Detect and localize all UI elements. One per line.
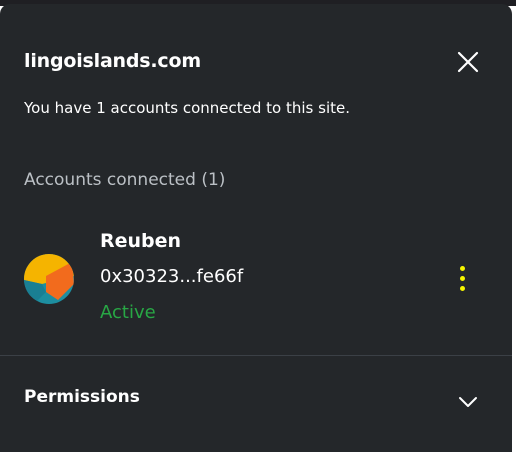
account-name: Reuben xyxy=(100,230,182,252)
jazzicon-avatar xyxy=(24,254,74,304)
permissions-label: Permissions xyxy=(24,387,140,407)
site-title: lingoislands.com xyxy=(24,50,201,72)
close-icon xyxy=(457,51,479,73)
account-address: 0x30323...fe66f xyxy=(100,266,244,287)
chevron-down-icon xyxy=(459,397,477,407)
account-options-button[interactable] xyxy=(448,260,476,296)
accounts-connected-label: Accounts connected (1) xyxy=(24,170,226,190)
account-row[interactable]: Reuben 0x30323...fe66f Active xyxy=(0,224,512,334)
close-button[interactable] xyxy=(452,46,484,78)
more-vertical-icon xyxy=(459,265,465,271)
connected-sites-popup: lingoislands.com You have 1 accounts con… xyxy=(0,4,512,452)
account-status: Active xyxy=(100,302,156,323)
permissions-toggle[interactable]: Permissions xyxy=(0,356,512,446)
window: lingoislands.com You have 1 accounts con… xyxy=(0,0,516,452)
connection-summary: You have 1 accounts connected to this si… xyxy=(24,99,350,117)
account-avatar xyxy=(24,254,74,304)
